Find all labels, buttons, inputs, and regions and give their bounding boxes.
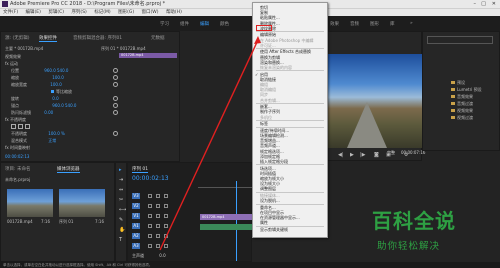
watermark-title: 百科全说 <box>372 209 456 233</box>
status-bar: 单击以选择，或单击空白处并拖动以进行选择框选择。使用 Shift、Alt 和 C… <box>0 262 500 268</box>
watermark-subtitle: 助你轻松解决 <box>377 241 441 252</box>
status-text: 单击以选择，或单击空白处并拖动以进行选择框选择。使用 Shift、Alt 和 C… <box>3 263 153 267</box>
